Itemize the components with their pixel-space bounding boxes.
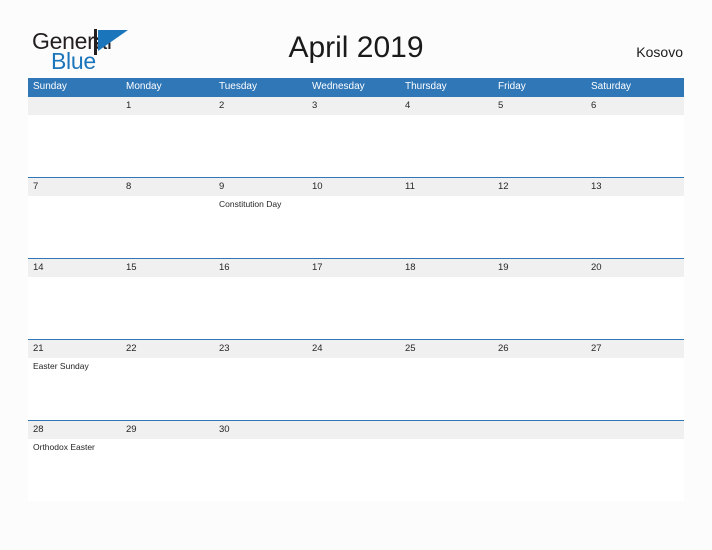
week-daynumber-strip: 28 29 30 <box>28 421 684 439</box>
day-cell-number[interactable]: 20 <box>586 259 679 277</box>
day-cell-event <box>307 277 400 339</box>
day-cell-number[interactable]: 8 <box>121 178 214 196</box>
day-cell-number[interactable]: 16 <box>214 259 307 277</box>
day-cell-event: Constitution Day <box>219 199 282 209</box>
day-cell-event <box>121 439 214 501</box>
page-header: General Blue April 2019 Kosovo <box>0 0 712 76</box>
day-cell-event <box>121 115 214 177</box>
day-cell-event <box>493 196 586 258</box>
day-cell-number[interactable]: 22 <box>121 340 214 358</box>
day-cell-number[interactable]: 23 <box>214 340 307 358</box>
calendar-week-row: 1 2 3 4 5 6 <box>28 96 684 177</box>
weekday-header-saturday: Saturday <box>591 81 632 92</box>
day-cell-number[interactable]: 28 <box>28 421 121 439</box>
day-cell-event <box>28 196 121 258</box>
day-cell-number[interactable]: 9 <box>214 178 307 196</box>
day-cell-number[interactable]: 26 <box>493 340 586 358</box>
day-cell-event <box>307 115 400 177</box>
day-cell-number[interactable]: 2 <box>214 97 307 115</box>
day-cell-number[interactable]: 1 <box>121 97 214 115</box>
day-cell-event <box>586 358 679 420</box>
day-cell-event <box>307 439 400 501</box>
day-cell-number[interactable]: 13 <box>586 178 679 196</box>
day-cell-event <box>28 277 121 339</box>
day-cell-number[interactable]: 29 <box>121 421 214 439</box>
day-cell-event <box>400 196 493 258</box>
page-title: April 2019 <box>288 31 424 64</box>
day-cell-event: Easter Sunday <box>33 361 89 371</box>
day-cell-event <box>307 196 400 258</box>
day-cell-number[interactable] <box>28 97 121 115</box>
week-event-strip: Easter Sunday <box>28 358 684 420</box>
day-cell-number[interactable] <box>586 421 679 439</box>
day-cell-number[interactable] <box>493 421 586 439</box>
weekday-header-friday: Friday <box>498 81 526 92</box>
day-cell-number[interactable] <box>400 421 493 439</box>
weekday-header-thursday: Thursday <box>405 81 447 92</box>
day-cell-number[interactable]: 17 <box>307 259 400 277</box>
week-event-strip: Orthodox Easter <box>28 439 684 501</box>
day-cell-event: Orthodox Easter <box>33 442 95 452</box>
day-cell-event <box>121 358 214 420</box>
week-daynumber-strip: 1 2 3 4 5 6 <box>28 97 684 115</box>
day-cell-number[interactable]: 6 <box>586 97 679 115</box>
day-cell-number[interactable]: 3 <box>307 97 400 115</box>
week-daynumber-strip: 14 15 16 17 18 19 20 <box>28 259 684 277</box>
day-cell-event <box>493 358 586 420</box>
day-cell-number[interactable]: 27 <box>586 340 679 358</box>
day-cell-event <box>121 196 214 258</box>
day-cell-event <box>586 115 679 177</box>
day-cell-event <box>586 439 679 501</box>
day-cell-event <box>307 358 400 420</box>
day-cell-event <box>400 358 493 420</box>
day-cell-event <box>493 277 586 339</box>
day-cell-event <box>400 439 493 501</box>
day-cell-number[interactable]: 5 <box>493 97 586 115</box>
day-cell-event <box>121 277 214 339</box>
weekday-header-row: Sunday Monday Tuesday Wednesday Thursday… <box>28 78 684 96</box>
day-cell-number[interactable]: 30 <box>214 421 307 439</box>
calendar-page: General Blue April 2019 Kosovo Sunday Mo… <box>0 0 712 550</box>
week-event-strip: Constitution Day <box>28 196 684 258</box>
day-cell-number[interactable]: 10 <box>307 178 400 196</box>
day-cell-event <box>493 115 586 177</box>
weekday-header-tuesday: Tuesday <box>219 81 257 92</box>
day-cell-event <box>400 277 493 339</box>
day-cell-number[interactable]: 14 <box>28 259 121 277</box>
day-cell-number[interactable]: 19 <box>493 259 586 277</box>
day-cell-event <box>214 358 307 420</box>
week-event-strip <box>28 277 684 339</box>
day-cell-number[interactable]: 11 <box>400 178 493 196</box>
day-cell-number[interactable]: 24 <box>307 340 400 358</box>
day-cell-event <box>214 115 307 177</box>
calendar-week-row: 21 22 23 24 25 26 27 Easter Sunday <box>28 339 684 420</box>
day-cell-event <box>586 277 679 339</box>
day-cell-number[interactable]: 18 <box>400 259 493 277</box>
day-cell-event <box>586 196 679 258</box>
week-daynumber-strip: 7 8 9 10 11 12 13 <box>28 178 684 196</box>
weekday-header-wednesday: Wednesday <box>312 81 365 92</box>
calendar-week-row: 7 8 9 10 11 12 13 Constitution Day <box>28 177 684 258</box>
weekday-header-monday: Monday <box>126 81 162 92</box>
day-cell-event <box>214 277 307 339</box>
day-cell-number[interactable] <box>307 421 400 439</box>
week-daynumber-strip: 21 22 23 24 25 26 27 <box>28 340 684 358</box>
day-cell-event <box>493 439 586 501</box>
calendar-week-row: 14 15 16 17 18 19 20 <box>28 258 684 339</box>
day-cell-number[interactable]: 15 <box>121 259 214 277</box>
day-cell-number[interactable]: 4 <box>400 97 493 115</box>
weekday-header-sunday: Sunday <box>33 81 67 92</box>
day-cell-number[interactable]: 12 <box>493 178 586 196</box>
day-cell-number[interactable]: 21 <box>28 340 121 358</box>
day-cell-event <box>214 439 307 501</box>
day-cell-event <box>400 115 493 177</box>
calendar-grid: Sunday Monday Tuesday Wednesday Thursday… <box>28 78 684 501</box>
country-label: Kosovo <box>636 44 683 60</box>
day-cell-number[interactable]: 7 <box>28 178 121 196</box>
calendar-week-row: 28 29 30 Orthodox Easter <box>28 420 684 501</box>
day-cell-number[interactable]: 25 <box>400 340 493 358</box>
week-event-strip <box>28 115 684 177</box>
day-cell-event <box>28 115 121 177</box>
